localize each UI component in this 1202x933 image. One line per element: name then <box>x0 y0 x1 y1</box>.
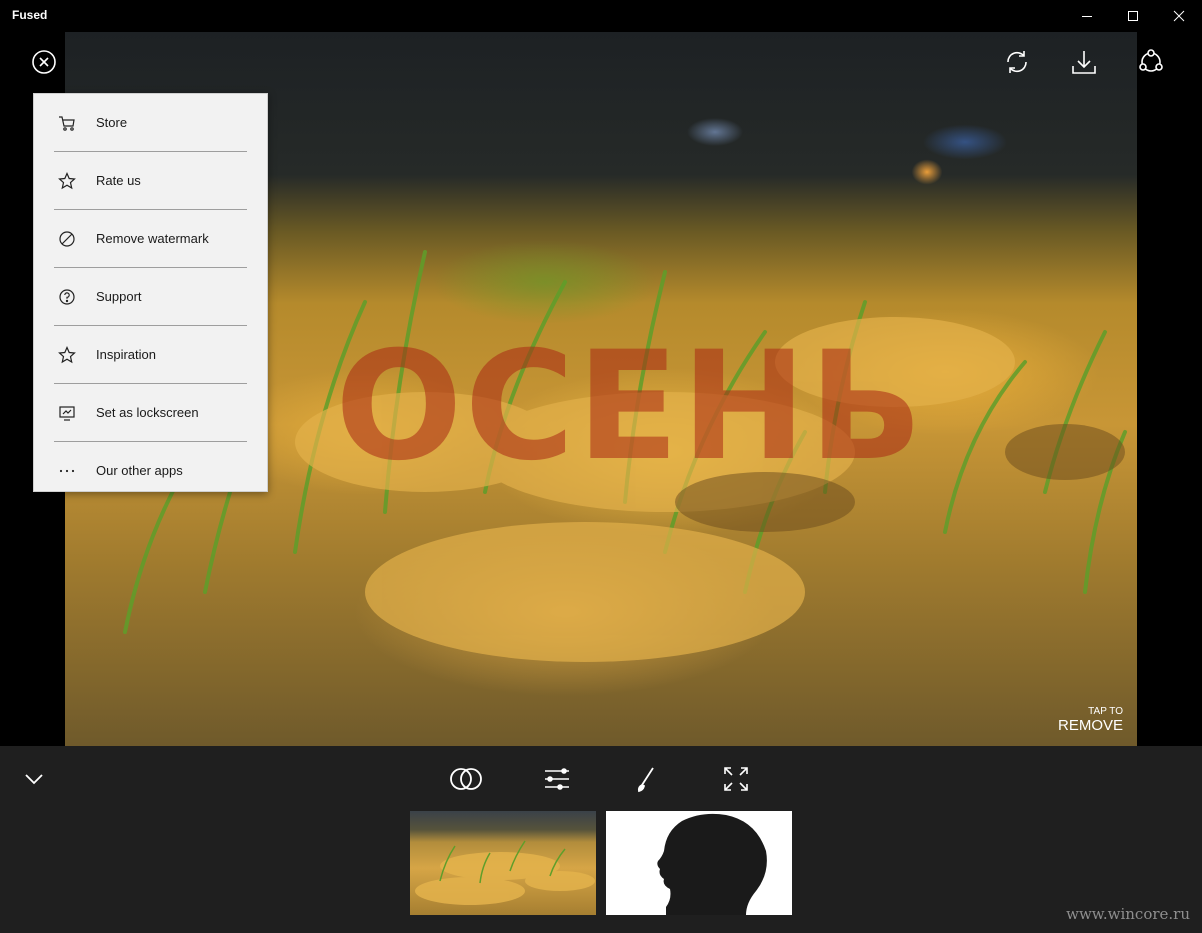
title-bar: Fused <box>0 0 1202 32</box>
menu-item-label: Our other apps <box>96 463 183 478</box>
menu-item-label: Support <box>96 289 142 304</box>
minimize-button[interactable] <box>1064 0 1110 32</box>
refresh-icon[interactable] <box>1001 46 1033 78</box>
menu-item-inspiration[interactable]: Inspiration <box>34 326 267 383</box>
lockscreen-icon <box>58 404 76 422</box>
fullscreen-icon[interactable] <box>716 762 756 796</box>
help-icon <box>58 288 76 306</box>
menu-item-rate-us[interactable]: Rate us <box>34 152 267 209</box>
menu-item-label: Remove watermark <box>96 231 209 246</box>
adjust-icon[interactable] <box>537 762 577 796</box>
menu-item-support[interactable]: Support <box>34 268 267 325</box>
app-title: Fused <box>12 8 48 22</box>
menu-item-label: Inspiration <box>96 347 156 362</box>
bottom-panel: www.wincore.ru <box>0 746 1202 933</box>
menu-item-set-lockscreen[interactable]: Set as lockscreen <box>34 384 267 441</box>
tap-to-remove-button[interactable]: TAP TO REMOVE <box>1058 706 1123 734</box>
app-menu: Store Rate us Remove watermark Support I… <box>33 93 268 492</box>
autumn-leaves-thumbnail <box>415 840 595 905</box>
close-circle-icon[interactable] <box>28 46 60 78</box>
maximize-button[interactable] <box>1110 0 1156 32</box>
blend-icon[interactable] <box>446 762 486 796</box>
brush-icon[interactable] <box>626 762 666 796</box>
menu-item-label: Store <box>96 115 128 130</box>
menu-item-label: Rate us <box>96 173 141 188</box>
menu-item-store[interactable]: Store <box>34 94 267 151</box>
menu-item-label: Set as lockscreen <box>96 405 199 420</box>
profile-silhouette-image <box>657 813 767 915</box>
close-window-button[interactable] <box>1156 0 1202 32</box>
thumbnail-background-photo[interactable] <box>410 811 596 915</box>
star-icon <box>58 171 76 190</box>
site-watermark: www.wincore.ru <box>1066 905 1190 923</box>
menu-item-other-apps[interactable]: Our other apps <box>34 442 267 499</box>
cart-icon <box>58 114 76 132</box>
remove-label: REMOVE <box>1057 717 1123 734</box>
menu-item-remove-watermark[interactable]: Remove watermark <box>34 210 267 267</box>
share-icon[interactable] <box>1135 46 1167 78</box>
photo-watermark-text: ОСЕНЬ <box>335 320 925 494</box>
prohibit-icon <box>58 230 76 248</box>
star-icon <box>58 345 76 364</box>
download-icon[interactable] <box>1068 46 1100 78</box>
chevron-down-icon[interactable] <box>14 762 54 796</box>
tap-to-label: TAP TO <box>1088 706 1123 717</box>
more-icon <box>58 462 76 480</box>
thumbnail-silhouette[interactable] <box>606 811 792 915</box>
